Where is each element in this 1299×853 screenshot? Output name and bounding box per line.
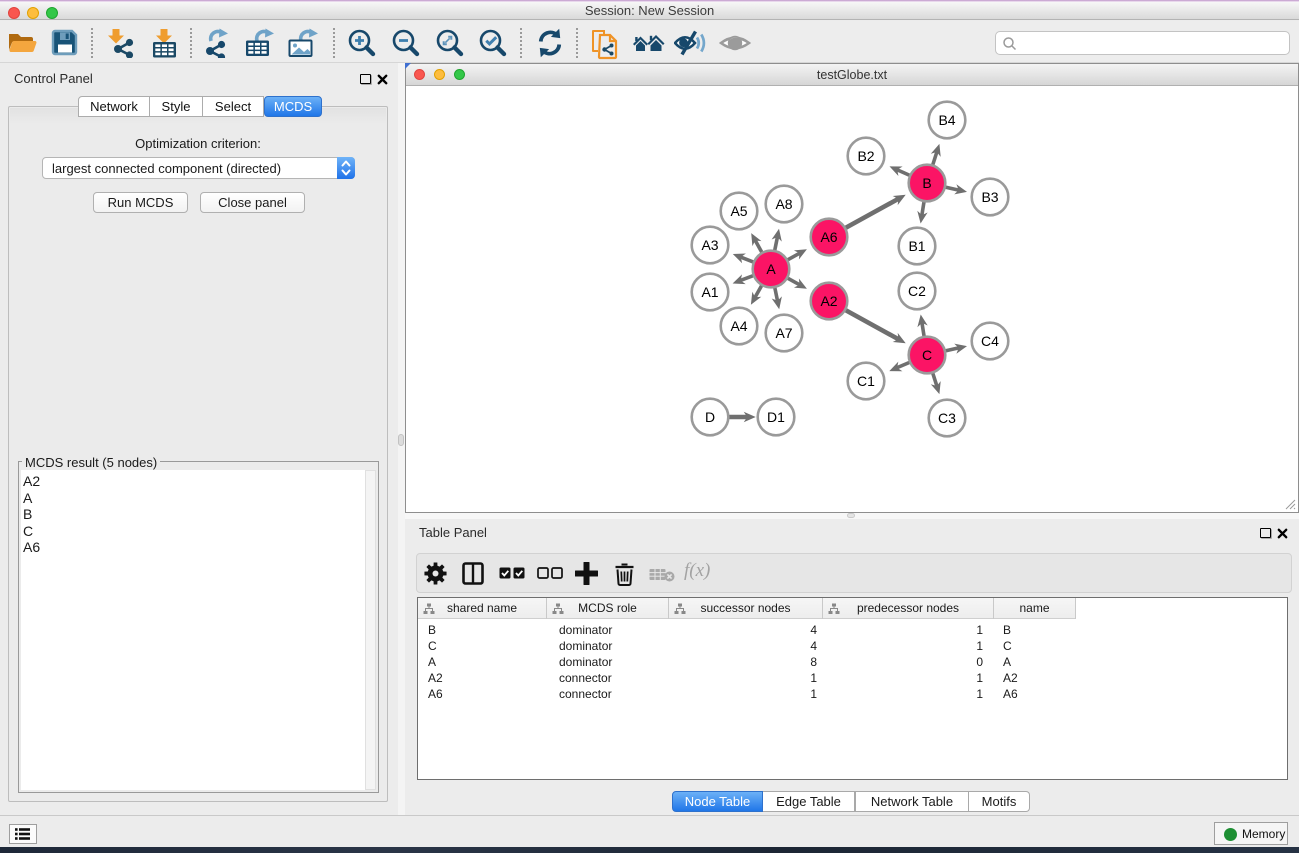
svg-text:B4: B4 bbox=[938, 112, 955, 128]
svg-text:A: A bbox=[766, 261, 776, 277]
svg-text:A5: A5 bbox=[730, 203, 747, 219]
svg-text:A3: A3 bbox=[701, 237, 718, 253]
svg-text:B2: B2 bbox=[857, 148, 874, 164]
svg-text:A7: A7 bbox=[775, 325, 792, 341]
svg-text:B: B bbox=[922, 175, 931, 191]
svg-text:B3: B3 bbox=[981, 189, 998, 205]
svg-text:D1: D1 bbox=[767, 409, 785, 425]
svg-text:C4: C4 bbox=[981, 333, 999, 349]
svg-text:A1: A1 bbox=[701, 284, 718, 300]
svg-text:A2: A2 bbox=[820, 293, 837, 309]
svg-text:D: D bbox=[705, 409, 715, 425]
svg-text:A8: A8 bbox=[775, 196, 792, 212]
svg-text:C3: C3 bbox=[938, 410, 956, 426]
svg-text:A4: A4 bbox=[730, 318, 747, 334]
svg-text:C2: C2 bbox=[908, 283, 926, 299]
svg-text:B1: B1 bbox=[908, 238, 925, 254]
svg-text:C1: C1 bbox=[857, 373, 875, 389]
svg-text:A6: A6 bbox=[820, 229, 837, 245]
svg-text:C: C bbox=[922, 347, 932, 363]
